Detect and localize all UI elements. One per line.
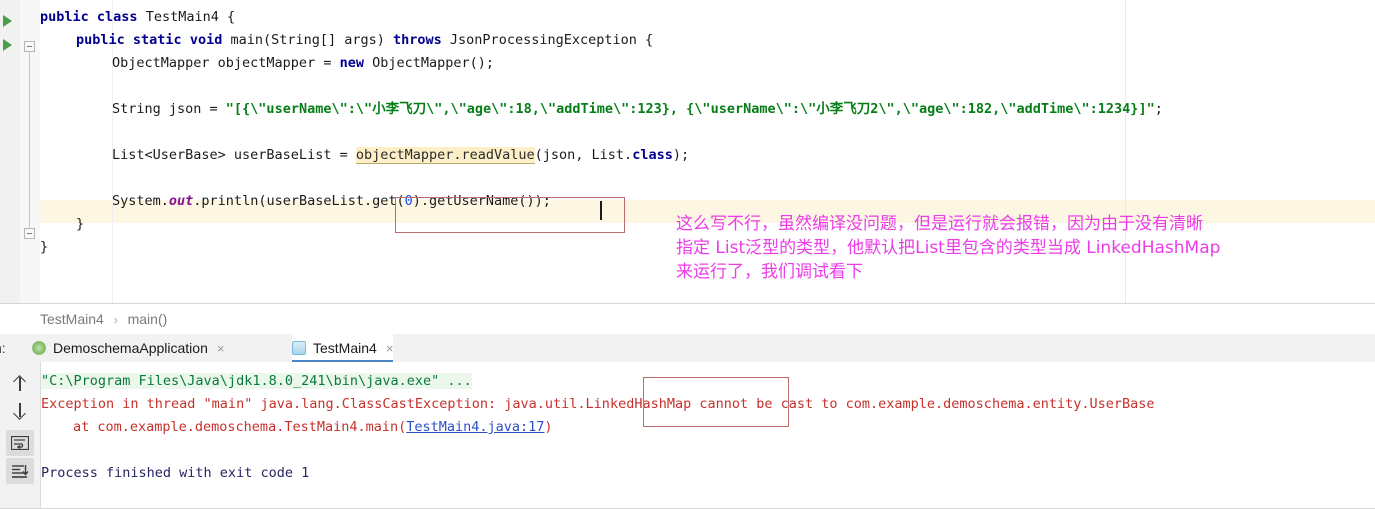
- code-line: }: [40, 236, 48, 259]
- code-token: System.: [112, 193, 169, 209]
- code-token: public: [76, 32, 133, 48]
- close-icon[interactable]: ×: [217, 342, 225, 355]
- spring-boot-icon: [32, 341, 46, 355]
- annotation-line-1: 这么写不行，虽然编译没问题，但是运行就会报错，因为由于没有清晰: [676, 214, 1203, 234]
- code-token: .println(userBaseList.get(: [193, 193, 405, 209]
- code-token: ObjectMapper objectMapper =: [112, 55, 340, 71]
- console-line: "C:\Program Files\Java\jdk1.8.0_241\bin\…: [41, 370, 472, 393]
- up-arrow-glyph: [13, 374, 27, 392]
- console-annotation-box: [643, 377, 789, 427]
- run-window-label: n:: [0, 340, 6, 356]
- console-line: Process finished with exit code 1: [41, 462, 309, 485]
- close-icon[interactable]: ×: [386, 342, 394, 355]
- console-line: at com.example.demoschema.TestMain4.main…: [73, 416, 553, 439]
- code-token: new: [339, 55, 373, 71]
- code-token: JsonProcessingException {: [449, 32, 654, 48]
- code-token: objectMapper.readValue: [355, 147, 535, 164]
- code-token: List<UserBase> userBaseList =: [112, 147, 356, 163]
- code-editor-pane[interactable]: public class TestMain4 {public static vo…: [0, 0, 1375, 303]
- breadcrumb: TestMain4 › main(): [40, 304, 167, 334]
- code-token: throws: [393, 32, 450, 48]
- code-token: TestMain4 {: [145, 9, 236, 25]
- code-token: (json, List.: [534, 147, 633, 163]
- run-method-gutter-icon[interactable]: [3, 39, 12, 51]
- code-token: class: [632, 147, 673, 163]
- breadcrumb-bar: TestMain4 › main(): [0, 303, 1375, 335]
- code-token: at com.example.demoschema.TestMain4.main…: [73, 419, 407, 435]
- run-class-gutter-icon[interactable]: [3, 15, 12, 27]
- code-line: ObjectMapper objectMapper = new ObjectMa…: [112, 52, 494, 75]
- code-token: public: [40, 9, 97, 25]
- soft-wrap-icon[interactable]: [6, 430, 34, 456]
- up-arrow-icon[interactable]: [6, 370, 34, 396]
- code-token: "[{\"userName\":\"小李飞刀\",\"age\":18,\"ad…: [225, 101, 1155, 117]
- code-token: String json =: [112, 101, 226, 117]
- code-token: "C:\Program Files\Java\jdk1.8.0_241\bin\…: [41, 373, 472, 389]
- text-caret: [600, 201, 602, 220]
- code-token: ): [544, 419, 553, 435]
- console-line: Exception in thread "main" java.lang.Cla…: [41, 393, 1155, 416]
- code-token: Process finished with exit code 1: [41, 465, 310, 481]
- code-line: List<UserBase> userBaseList = objectMapp…: [112, 144, 689, 167]
- code-token: ;: [1154, 101, 1163, 117]
- code-token: class: [96, 9, 146, 25]
- code-token: ObjectMapper();: [372, 55, 495, 71]
- code-token: void: [189, 32, 231, 48]
- run-toolbar: [0, 362, 41, 509]
- ide-window: public class TestMain4 {public static vo…: [0, 0, 1375, 509]
- code-token: TestMain4.java:17: [406, 419, 545, 435]
- down-arrow-icon[interactable]: [6, 398, 34, 424]
- code-token: }: [40, 239, 49, 255]
- code-token: out: [168, 193, 194, 209]
- run-tab-label: DemoschemaApplication: [53, 340, 208, 356]
- fold-region-line: [29, 50, 30, 230]
- run-tab-demoschema-application[interactable]: DemoschemaApplication ×: [32, 334, 224, 362]
- code-line: public class TestMain4 {: [40, 6, 235, 29]
- breadcrumb-item-method[interactable]: main(): [128, 311, 168, 327]
- annotation-line-2: 指定 List泛型的类型，他默认把List里包含的类型当成 LinkedHash…: [676, 238, 1221, 258]
- annotation-line-3: 来运行了，我们调试看下: [676, 262, 863, 282]
- code-annotation-box: [395, 197, 625, 233]
- handwritten-annotation: 这么写不行，虽然编译没问题，但是运行就会报错，因为由于没有清晰 指定 List泛…: [676, 212, 1366, 284]
- code-token: }: [76, 216, 85, 232]
- code-line: }: [76, 213, 84, 236]
- java-class-icon: [292, 341, 306, 355]
- breadcrumb-separator-icon: ›: [113, 313, 118, 327]
- code-line: String json = "[{\"userName\":\"小李飞刀\",\…: [112, 98, 1163, 121]
- code-line: public static void main(String[] args) t…: [76, 29, 653, 52]
- scroll-to-end-icon[interactable]: [6, 458, 34, 484]
- code-token: );: [672, 147, 690, 163]
- run-tab-label: TestMain4: [313, 340, 377, 356]
- run-tab-testmain4[interactable]: TestMain4 ×: [292, 334, 394, 362]
- soft-wrap-glyph: [11, 436, 29, 450]
- code-token: Exception in thread "main" java.lang.Cla…: [41, 396, 1155, 412]
- fold-toggle-icon-end[interactable]: [24, 228, 35, 239]
- down-arrow-glyph: [13, 402, 27, 420]
- scroll-to-end-glyph: [12, 464, 29, 478]
- run-tab-bar: n: DemoschemaApplication × TestMain4 ×: [0, 334, 1375, 363]
- run-tool-window: n: DemoschemaApplication × TestMain4 ×: [0, 334, 1375, 509]
- fold-toggle-icon-method[interactable]: [24, 41, 35, 52]
- code-token: static: [132, 32, 190, 48]
- breadcrumb-item-class[interactable]: TestMain4: [40, 311, 104, 327]
- code-token: main(String[] args): [230, 32, 394, 48]
